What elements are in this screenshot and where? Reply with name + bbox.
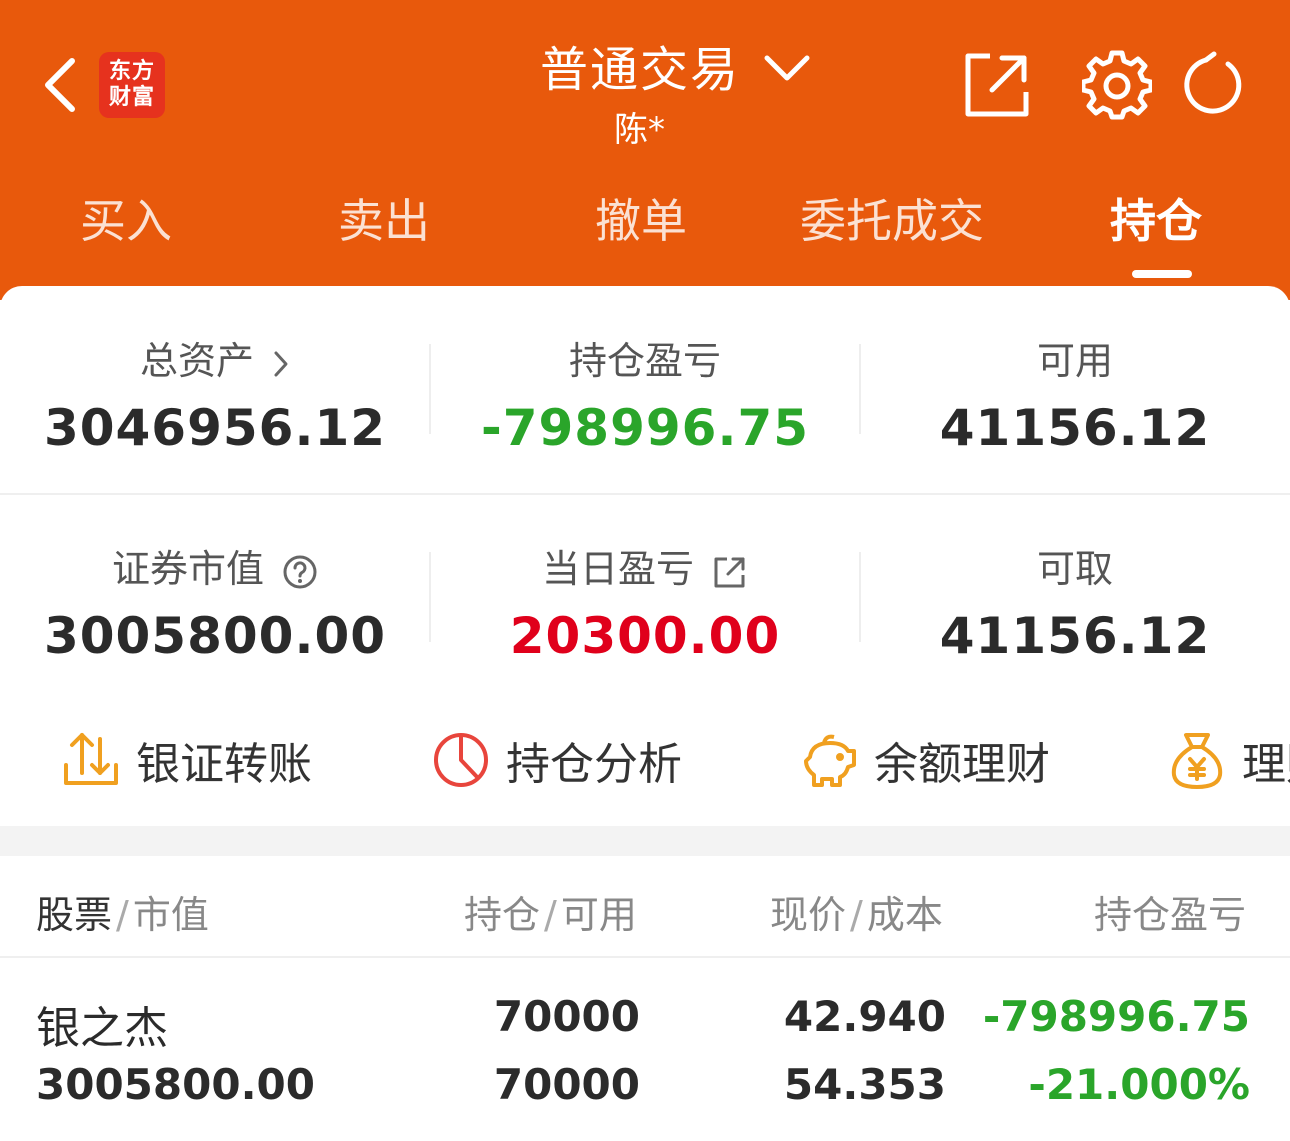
transfer-icon: [64, 733, 118, 785]
available-value: 41156.12: [939, 399, 1211, 457]
money-bag-icon: [1171, 733, 1223, 789]
refresh-icon[interactable]: [1178, 50, 1248, 120]
chevron-down-icon: [764, 55, 810, 81]
position-pnl-label: 持仓盈亏: [568, 339, 721, 383]
section-gap: [0, 826, 1290, 856]
withdrawable-value: 41156.12: [939, 607, 1211, 665]
share-export-icon[interactable]: [962, 50, 1032, 120]
active-tab-indicator: [1132, 270, 1192, 278]
pie-chart-icon: [434, 733, 488, 787]
divider: [0, 493, 1290, 495]
action-balance-wealth[interactable]: 余额理财: [798, 710, 1050, 810]
position-pnl-value: -798996.75: [480, 399, 810, 457]
help-question-icon[interactable]: [282, 554, 318, 590]
withdrawable-cell: 可取 41156.12: [860, 538, 1290, 665]
stock-price: 42.940: [783, 992, 946, 1041]
daily-pnl-value: 20300.00: [509, 607, 781, 665]
stock-available: 70000: [493, 1060, 640, 1109]
daily-pnl-label: 当日盈亏: [541, 547, 694, 591]
tab-buy[interactable]: 买入: [80, 185, 172, 251]
stock-market-value: 3005800.00: [36, 1060, 315, 1109]
header-stock-market-value: 股票 / 市值: [36, 893, 209, 937]
action-label: 持仓分析: [506, 739, 682, 790]
quick-actions: 银证转账 持仓分析 余额理财 理: [0, 710, 1290, 810]
app-logo: 东方 财富: [99, 52, 165, 118]
action-bank-transfer[interactable]: 银证转账: [60, 710, 312, 810]
stock-name: 银之杰: [36, 1003, 168, 1054]
account-type-selector[interactable]: 普通交易 陈*: [540, 30, 820, 150]
stock-pnl-percent: -21.000%: [1028, 1060, 1250, 1109]
header-price-cost: 现价 / 成本: [770, 893, 943, 937]
header-position-available: 持仓 / 可用: [464, 893, 637, 937]
back-arrow-icon[interactable]: [40, 55, 80, 115]
total-assets-cell[interactable]: 总资产 3046956.12: [0, 330, 430, 457]
action-position-analysis[interactable]: 持仓分析: [430, 710, 682, 810]
action-wealth[interactable]: 理财: [1166, 710, 1290, 810]
trade-tabs: 买入 卖出 撤单 委托成交 持仓: [0, 185, 1290, 255]
account-name: 陈*: [614, 110, 665, 150]
holdings-table: 股票 / 市值 持仓 / 可用 现价 / 成本 持仓盈亏 银之杰 3005800.00 70…: [0, 856, 1290, 1141]
tab-sell[interactable]: 卖出: [338, 185, 430, 251]
total-assets-value: 3046956.12: [43, 399, 387, 457]
market-value-value: 3005800.00: [43, 607, 387, 665]
withdrawable-label: 可取: [1036, 547, 1113, 591]
available-cell: 可用 41156.12: [860, 330, 1290, 457]
action-label: 余额理财: [874, 739, 1050, 790]
available-label: 可用: [1036, 339, 1113, 383]
stock-cost: 54.353: [783, 1060, 946, 1109]
tab-positions[interactable]: 持仓: [1110, 185, 1202, 251]
stock-pnl: -798996.75: [982, 992, 1250, 1041]
page-title: 普通交易: [540, 42, 741, 98]
chevron-right-icon: [274, 351, 288, 376]
action-label: 理财: [1242, 739, 1290, 790]
header-bar: 东方 财富 普通交易 陈* 买入 卖出 撤单 委托成交 持仓: [0, 0, 1290, 300]
market-value-label: 证券市值: [111, 547, 264, 591]
gear-icon[interactable]: [1082, 50, 1152, 120]
header-position-pnl: 持仓盈亏: [1094, 893, 1247, 937]
daily-pnl-cell[interactable]: 当日盈亏 20300.00: [430, 538, 860, 665]
total-assets-label: 总资产: [139, 339, 254, 383]
external-link-icon[interactable]: [712, 554, 748, 590]
position-pnl-cell: 持仓盈亏 -798996.75: [430, 330, 860, 457]
action-label: 银证转账: [136, 739, 312, 790]
tab-orders[interactable]: 委托成交: [800, 185, 984, 251]
divider: [0, 956, 1290, 958]
stock-position: 70000: [493, 992, 640, 1041]
tab-cancel[interactable]: 撤单: [595, 185, 687, 251]
market-value-cell: 证券市值 3005800.00: [0, 538, 430, 665]
piggy-bank-icon: [804, 734, 856, 787]
